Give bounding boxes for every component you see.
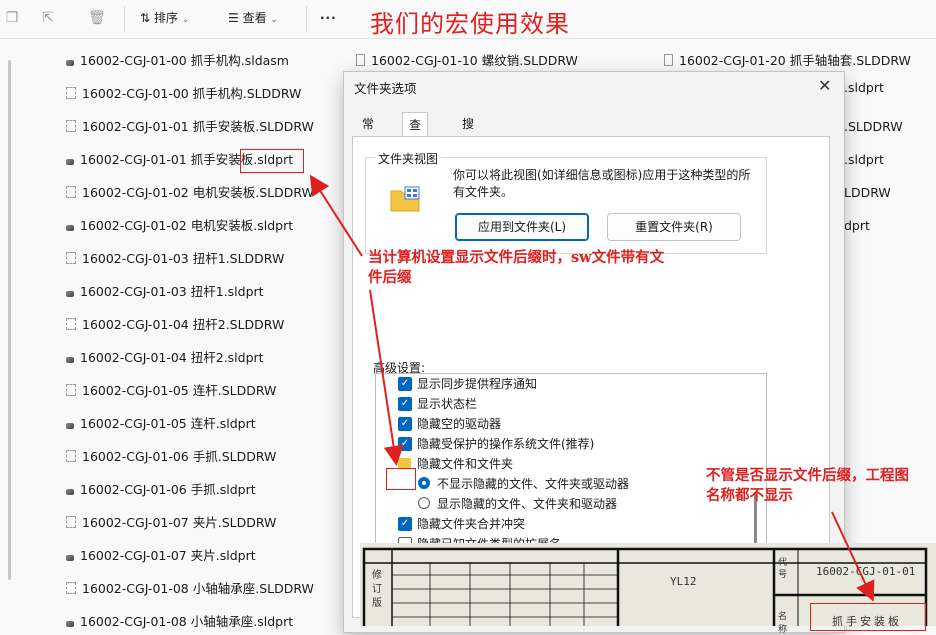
arrow-to-title (831, 511, 875, 602)
arrow-to-checkbox (369, 289, 404, 466)
annotation-arrows (309, 174, 875, 602)
arrow-to-extension (309, 174, 363, 257)
